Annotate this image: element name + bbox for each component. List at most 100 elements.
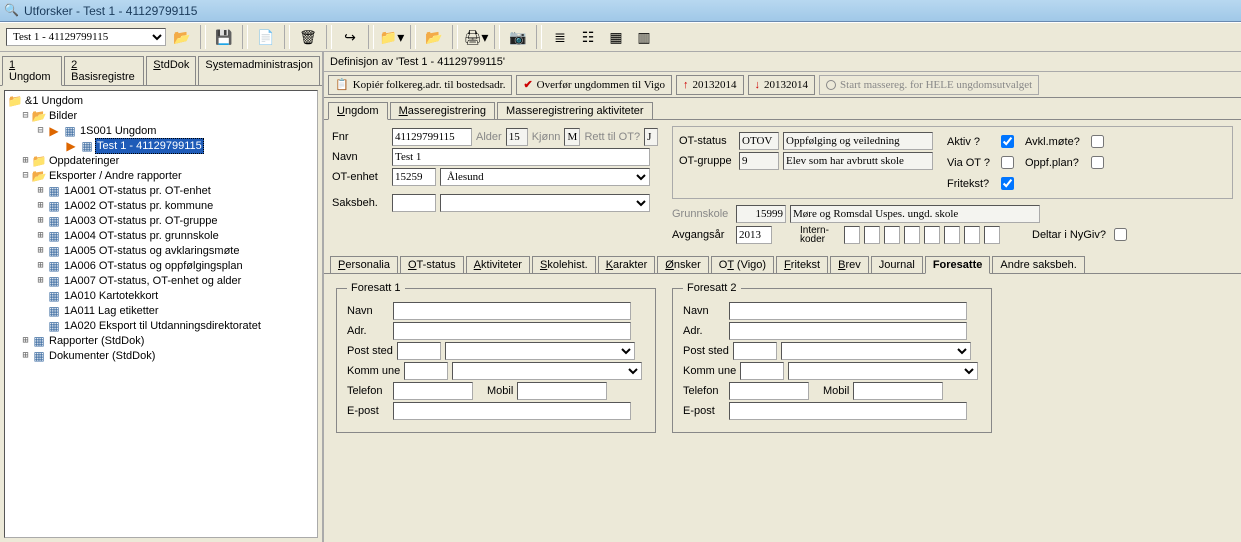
f1-navn-field[interactable]: [393, 302, 631, 320]
tab-ungdom[interactable]: 1 Ungdom: [2, 56, 62, 86]
tree-report-item[interactable]: 1A006 OT-status og oppfølgingsplan: [62, 259, 245, 273]
tree-node-rapporter[interactable]: Rapporter (StdDok): [47, 334, 146, 348]
tree-toggle[interactable]: ⊟: [35, 124, 46, 138]
open-folder-button[interactable]: 📂: [170, 25, 194, 49]
tab-masseregistrering[interactable]: Masseregistrering: [390, 102, 495, 119]
print-button[interactable]: 🖨▾: [464, 25, 488, 49]
f2-kommune-select[interactable]: [788, 362, 978, 380]
f2-navn-field[interactable]: [729, 302, 967, 320]
record-selector[interactable]: Test 1 - 41129799115: [6, 28, 166, 46]
tree-node-bilder[interactable]: Bilder: [47, 109, 79, 123]
tab-brev[interactable]: Brev: [830, 256, 869, 273]
internkode-2[interactable]: [864, 226, 880, 244]
tab-basisregistre[interactable]: 2 Basisregistre: [64, 56, 144, 85]
aktiv-checkbox[interactable]: [1001, 135, 1014, 148]
tree-root[interactable]: 📁&1 Ungdom: [7, 93, 315, 108]
f1-kommune-code[interactable]: [404, 362, 448, 380]
tree-node-selected[interactable]: Test 1 - 41129799115: [95, 138, 204, 154]
f1-adr-field[interactable]: [393, 322, 631, 340]
tab-otvigo[interactable]: OT (Vigo): [711, 256, 774, 273]
internkode-5[interactable]: [924, 226, 940, 244]
tab-foresatte[interactable]: Foresatte: [925, 256, 991, 274]
f1-epost-field[interactable]: [393, 402, 631, 420]
saksbeh-select[interactable]: [440, 194, 650, 212]
f2-poststed-code[interactable]: [733, 342, 777, 360]
tab-onsker[interactable]: Ønsker: [657, 256, 708, 273]
saksbeh-code-field[interactable]: [392, 194, 436, 212]
avklmote-label: Avkl.møte?: [1025, 136, 1083, 148]
delete-button[interactable]: 🗑: [296, 25, 320, 49]
tree-report-item[interactable]: 1A020 Eksport til Utdanningsdirektoratet: [62, 319, 263, 333]
f2-adr-field[interactable]: [729, 322, 967, 340]
year-down-button[interactable]: ↓20132014: [748, 75, 816, 95]
f1-poststed-select[interactable]: [445, 342, 635, 360]
f1-poststed-code[interactable]: [397, 342, 441, 360]
tree-view[interactable]: 📁&1 Ungdom ⊟📂Bilder ⊟▶▦1S001 Ungdom ▶▦Te…: [4, 90, 318, 538]
tab-personalia[interactable]: Personalia: [330, 256, 398, 273]
internkode-6[interactable]: [944, 226, 960, 244]
internkode-1[interactable]: [844, 226, 860, 244]
f2-epost-field[interactable]: [729, 402, 967, 420]
copy-button[interactable]: 📄: [254, 25, 278, 49]
internkode-3[interactable]: [884, 226, 900, 244]
otenhet-code-field[interactable]: [392, 168, 436, 186]
internkode-7[interactable]: [964, 226, 980, 244]
tab-journal[interactable]: Journal: [871, 256, 923, 273]
year-up-button[interactable]: ↑20132014: [676, 75, 744, 95]
folder2-button[interactable]: 📂: [422, 25, 446, 49]
tab-andre-saksbeh[interactable]: Andre saksbeh.: [992, 256, 1084, 273]
tab-karakter[interactable]: Karakter: [598, 256, 656, 273]
tree-report-item[interactable]: 1A011 Lag etiketter: [62, 304, 161, 318]
f2-telefon-field[interactable]: [729, 382, 809, 400]
tree-node-eksporter[interactable]: Eksporter / Andre rapporter: [47, 169, 184, 183]
f1-kommune-select[interactable]: [452, 362, 642, 380]
f2-mobil-field[interactable]: [853, 382, 943, 400]
view2-button[interactable]: ☷: [576, 25, 600, 49]
tree-report-item[interactable]: 1A001 OT-status pr. OT-enhet: [62, 184, 213, 198]
tree-node-oppdateringer[interactable]: Oppdateringer: [47, 154, 121, 168]
viaot-checkbox[interactable]: [1001, 156, 1014, 169]
internkode-4[interactable]: [904, 226, 920, 244]
avklmote-checkbox[interactable]: [1091, 135, 1104, 148]
tree-toggle[interactable]: ⊟: [20, 169, 31, 183]
view1-button[interactable]: ≣: [548, 25, 572, 49]
tree-report-item[interactable]: 1A010 Kartotekkort: [62, 289, 160, 303]
otenhet-select[interactable]: Ålesund: [440, 168, 650, 186]
internkode-8[interactable]: [984, 226, 1000, 244]
transfer-vigo-button[interactable]: ✔Overfør ungdommen til Vigo: [516, 75, 672, 95]
f2-kommune-code[interactable]: [740, 362, 784, 380]
tab-skolehist[interactable]: Skolehist.: [532, 256, 596, 273]
f2-poststed-select[interactable]: [781, 342, 971, 360]
camera-button[interactable]: 📷: [506, 25, 530, 49]
tab-systemadmin[interactable]: Systemadministrasjon: [198, 56, 320, 85]
copy-folkereg-button[interactable]: 📋Kopiér folkereg.adr. til bostedsadr.: [328, 75, 512, 95]
deltar-checkbox[interactable]: [1114, 228, 1127, 241]
fritekst-checkbox[interactable]: [1001, 177, 1014, 190]
tree-report-item[interactable]: 1A004 OT-status pr. grunnskole: [62, 229, 221, 243]
tree-report-item[interactable]: 1A003 OT-status pr. OT-gruppe: [62, 214, 219, 228]
navn-field[interactable]: [392, 148, 650, 166]
exit-button[interactable]: ↪: [338, 25, 362, 49]
tree-toggle[interactable]: ⊞: [20, 154, 31, 168]
tab-otstatus[interactable]: OT-status: [400, 256, 464, 273]
oppfplan-checkbox[interactable]: [1091, 156, 1104, 169]
tab-fritekst[interactable]: Fritekst: [776, 256, 828, 273]
tree-node-1s001[interactable]: 1S001 Ungdom: [78, 124, 158, 138]
tab-stddok[interactable]: StdDok: [146, 56, 196, 85]
tab-ungdom-detail[interactable]: Ungdom: [328, 102, 388, 120]
tree-report-item[interactable]: 1A005 OT-status og avklaringsmøte: [62, 244, 241, 258]
f1-mobil-field[interactable]: [517, 382, 607, 400]
view4-button[interactable]: ▥: [632, 25, 656, 49]
tree-node-dokumenter[interactable]: Dokumenter (StdDok): [47, 349, 157, 363]
folder1-button[interactable]: 📁▾: [380, 25, 404, 49]
fnr-field[interactable]: [392, 128, 472, 146]
tree-report-item[interactable]: 1A007 OT-status, OT-enhet og alder: [62, 274, 243, 288]
f1-telefon-field[interactable]: [393, 382, 473, 400]
avgangs-field[interactable]: [736, 226, 772, 244]
save-button[interactable]: 💾: [212, 25, 236, 49]
view3-button[interactable]: ▦: [604, 25, 628, 49]
tab-masseregistrering-akt[interactable]: Masseregistrering aktiviteter: [497, 102, 653, 119]
tree-report-item[interactable]: 1A002 OT-status pr. kommune: [62, 199, 215, 213]
tree-toggle[interactable]: ⊟: [20, 109, 31, 123]
tab-aktiviteter[interactable]: Aktiviteter: [466, 256, 530, 273]
